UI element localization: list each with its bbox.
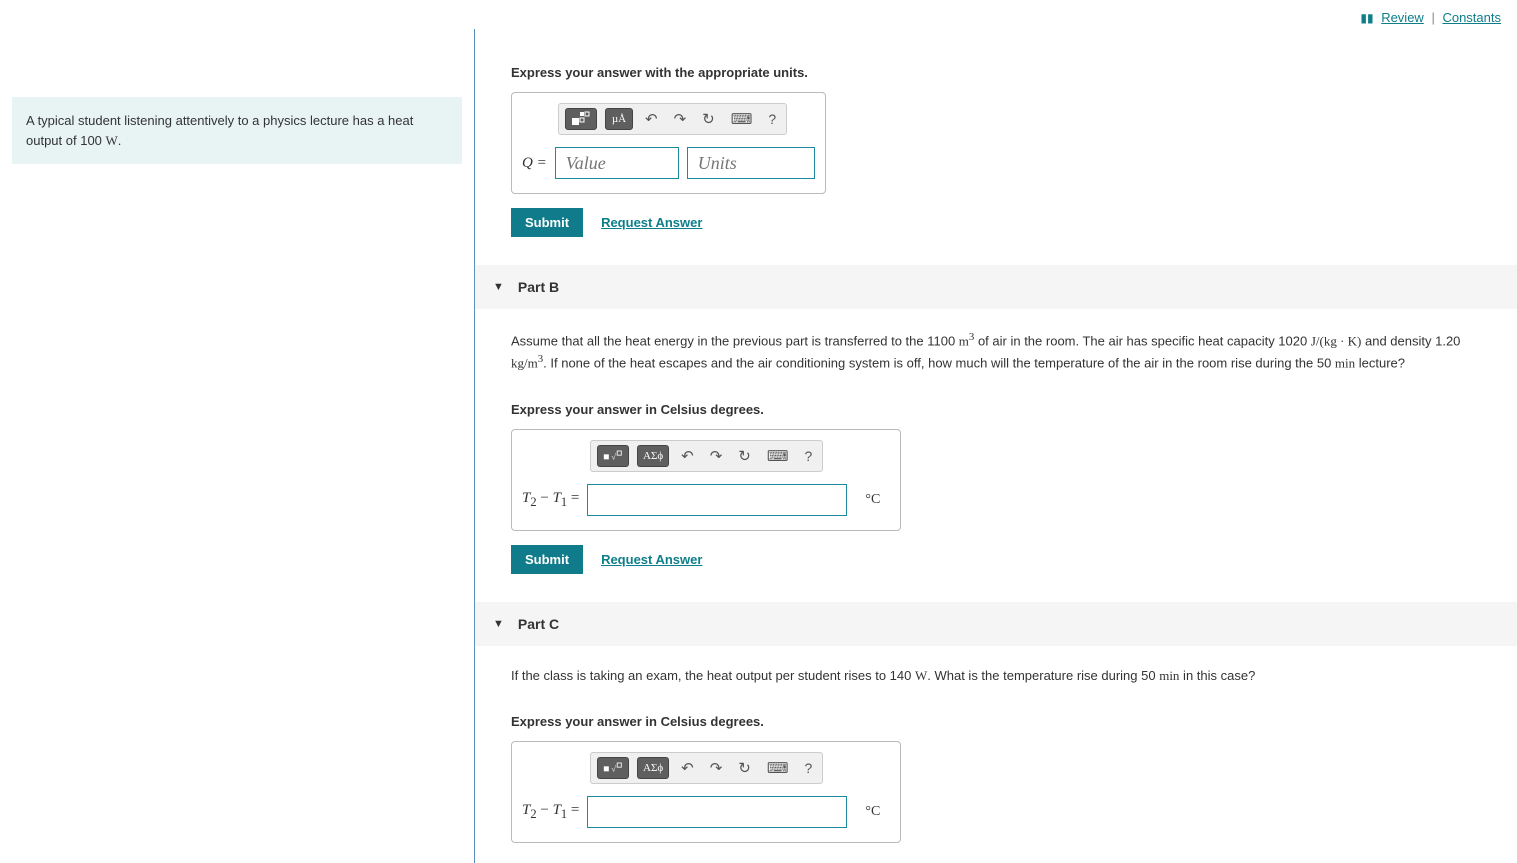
part-a-instruction: Express your answer with the appropriate… bbox=[511, 65, 1517, 80]
part-c-answer-area: √ ΑΣϕ ↶ ↷ ↻ ⌨ ? T2 − T1 = °C bbox=[511, 741, 901, 843]
undo-button[interactable]: ↶ bbox=[677, 759, 698, 777]
redo-button[interactable]: ↷ bbox=[706, 447, 727, 465]
problem-statement: A typical student listening attentively … bbox=[12, 97, 462, 164]
collapse-icon: ▼ bbox=[493, 281, 504, 293]
q-text: . If none of the heat escapes and the ai… bbox=[543, 356, 1335, 371]
format-icon: √ bbox=[603, 760, 623, 776]
part-c-unit-suffix: °C bbox=[865, 804, 880, 820]
reset-button[interactable]: ↻ bbox=[734, 759, 755, 777]
problem-column: A typical student listening attentively … bbox=[0, 29, 475, 863]
separator: | bbox=[1431, 10, 1434, 25]
q-text: lecture? bbox=[1355, 356, 1405, 371]
q-unit: m bbox=[959, 333, 969, 348]
problem-unit: W bbox=[106, 133, 118, 148]
part-c-title: Part C bbox=[518, 616, 559, 632]
format-button[interactable]: √ bbox=[597, 757, 629, 779]
top-links-bar: ▮▮ Review | Constants bbox=[0, 0, 1517, 29]
part-a-var-label: Q = bbox=[522, 155, 547, 172]
q-unit: kg/m bbox=[511, 356, 538, 371]
undo-button[interactable]: ↶ bbox=[641, 110, 662, 128]
part-b-question: Assume that all the heat energy in the p… bbox=[511, 329, 1481, 374]
format-button[interactable] bbox=[565, 108, 597, 130]
part-a-units-input[interactable] bbox=[687, 147, 815, 179]
part-c-question: If the class is taking an exam, the heat… bbox=[511, 666, 1481, 686]
part-c-value-input[interactable] bbox=[587, 796, 847, 828]
part-c-header[interactable]: ▼ Part C bbox=[475, 602, 1517, 646]
part-c-var-label: T2 − T1 = bbox=[522, 802, 579, 822]
q-text: If the class is taking an exam, the heat… bbox=[511, 668, 915, 683]
part-a-submit-button[interactable]: Submit bbox=[511, 208, 583, 237]
part-c-instruction: Express your answer in Celsius degrees. bbox=[511, 714, 1517, 729]
part-b-instruction: Express your answer in Celsius degrees. bbox=[511, 402, 1517, 417]
part-b-answer-area: √ ΑΣϕ ↶ ↷ ↻ ⌨ ? T2 − T1 = °C bbox=[511, 429, 901, 531]
keyboard-button[interactable]: ⌨ bbox=[727, 110, 757, 128]
part-b-submit-button[interactable]: Submit bbox=[511, 545, 583, 574]
keyboard-button[interactable]: ⌨ bbox=[763, 447, 793, 465]
part-b-var-label: T2 − T1 = bbox=[522, 490, 579, 510]
format-icon: √ bbox=[603, 448, 623, 464]
q-unit: min bbox=[1335, 356, 1355, 371]
q-unit: W bbox=[915, 668, 927, 683]
answer-column: Express your answer with the appropriate… bbox=[475, 29, 1517, 863]
format-icon bbox=[571, 111, 591, 127]
problem-text: A typical student listening attentively … bbox=[26, 113, 413, 148]
reset-button[interactable]: ↻ bbox=[734, 447, 755, 465]
book-icon: ▮▮ bbox=[1360, 11, 1373, 25]
part-a-request-answer-link[interactable]: Request Answer bbox=[601, 215, 702, 230]
part-a-value-input[interactable] bbox=[555, 147, 679, 179]
help-button[interactable]: ? bbox=[764, 111, 780, 127]
constants-link[interactable]: Constants bbox=[1442, 10, 1501, 25]
part-b-title: Part B bbox=[518, 279, 559, 295]
keyboard-button[interactable]: ⌨ bbox=[763, 759, 793, 777]
part-b-value-input[interactable] bbox=[587, 484, 847, 516]
part-c-toolbar: √ ΑΣϕ ↶ ↷ ↻ ⌨ ? bbox=[590, 752, 823, 784]
part-b-header[interactable]: ▼ Part B bbox=[475, 265, 1517, 309]
q-unit: J/(kg · K) bbox=[1311, 333, 1362, 348]
undo-button[interactable]: ↶ bbox=[677, 447, 698, 465]
problem-text-end: . bbox=[118, 133, 122, 148]
collapse-icon: ▼ bbox=[493, 618, 504, 630]
help-button[interactable]: ? bbox=[801, 448, 817, 464]
redo-button[interactable]: ↷ bbox=[670, 110, 691, 128]
q-text: and density 1.20 bbox=[1361, 333, 1460, 348]
q-unit: min bbox=[1159, 668, 1179, 683]
svg-text:√: √ bbox=[611, 452, 616, 461]
q-text: . What is the temperature rise during 50 bbox=[927, 668, 1159, 683]
q-text: in this case? bbox=[1179, 668, 1255, 683]
review-link[interactable]: Review bbox=[1381, 10, 1424, 25]
svg-text:√: √ bbox=[611, 764, 616, 773]
q-text: of air in the room. The air has specific… bbox=[974, 333, 1311, 348]
part-b-request-answer-link[interactable]: Request Answer bbox=[601, 552, 702, 567]
greek-button[interactable]: ΑΣϕ bbox=[637, 757, 669, 779]
reset-button[interactable]: ↻ bbox=[698, 110, 719, 128]
greek-button[interactable]: ΑΣϕ bbox=[637, 445, 669, 467]
part-a-answer-area: µÅ ↶ ↷ ↻ ⌨ ? Q = bbox=[511, 92, 826, 194]
redo-button[interactable]: ↷ bbox=[706, 759, 727, 777]
units-button[interactable]: µÅ bbox=[605, 108, 633, 130]
help-button[interactable]: ? bbox=[801, 760, 817, 776]
part-b-unit-suffix: °C bbox=[865, 492, 880, 508]
q-text: Assume that all the heat energy in the p… bbox=[511, 333, 959, 348]
format-button[interactable]: √ bbox=[597, 445, 629, 467]
part-a-toolbar: µÅ ↶ ↷ ↻ ⌨ ? bbox=[558, 103, 787, 135]
part-b-toolbar: √ ΑΣϕ ↶ ↷ ↻ ⌨ ? bbox=[590, 440, 823, 472]
